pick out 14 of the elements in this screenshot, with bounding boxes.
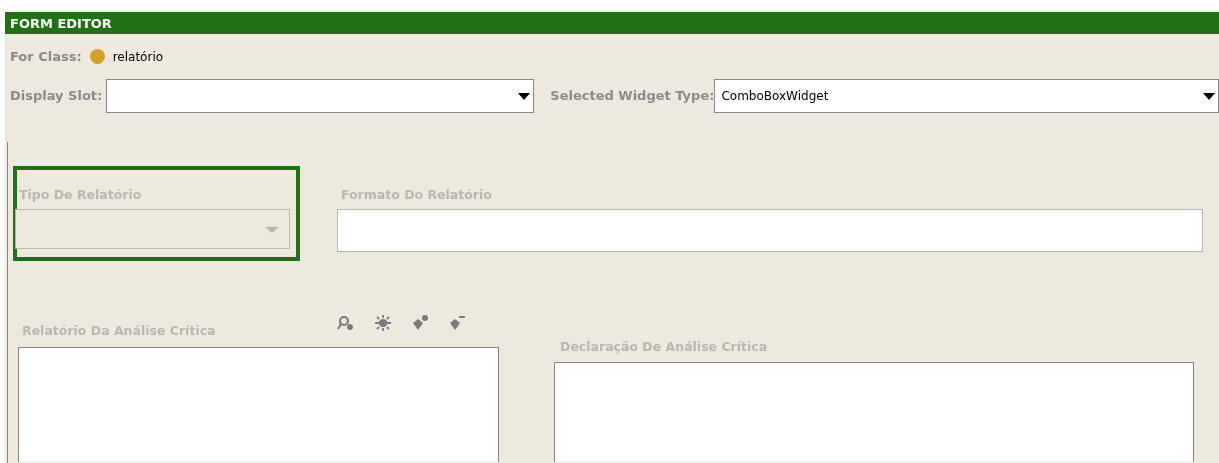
caret-icon	[518, 93, 531, 100]
for-class-label: For Class:	[10, 47, 82, 66]
add-instance-icon[interactable]	[411, 312, 429, 328]
sun-icon[interactable]	[374, 312, 392, 328]
dropdown-value: ComboBoxWidget	[721, 88, 829, 105]
input-field[interactable]	[337, 209, 1203, 252]
caret-icon	[265, 227, 279, 233]
caret-icon	[1203, 93, 1215, 100]
display-slot-dropdown[interactable]	[106, 79, 535, 113]
display-slot-label: Display Slot:	[10, 87, 103, 106]
widget-type-dropdown[interactable]: ComboBoxWidget	[714, 79, 1219, 113]
panel-title: FORM EDITOR	[10, 16, 112, 31]
widget-type-label: Selected Widget Type:	[550, 87, 715, 106]
class-name: relatório	[112, 48, 164, 66]
